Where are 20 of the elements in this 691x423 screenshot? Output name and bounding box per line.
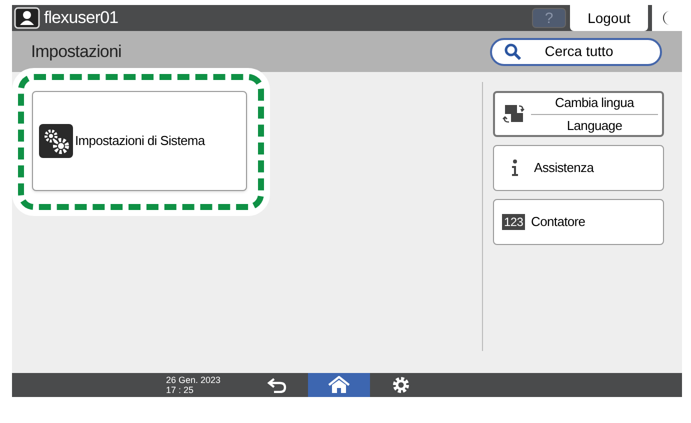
logout-button[interactable]: Logout xyxy=(570,5,648,31)
back-arrow-icon xyxy=(266,377,288,393)
search-button[interactable]: Cerca tutto xyxy=(490,38,662,66)
assistance-button[interactable]: Assistenza xyxy=(493,145,664,191)
time-text: 17 : 25 xyxy=(166,385,195,395)
page-title: Impostazioni xyxy=(31,40,122,63)
system-settings-tile[interactable]: Impostazioni di Sistema xyxy=(32,91,247,191)
language-switch-icon xyxy=(501,103,527,125)
info-icon xyxy=(510,159,520,177)
home-button[interactable] xyxy=(308,373,370,397)
search-icon xyxy=(504,42,522,60)
user-icon xyxy=(14,7,40,29)
home-icon xyxy=(328,376,350,394)
counter-button[interactable]: 123 Contatore xyxy=(493,199,664,245)
date-text: 26 Gen. 2023 xyxy=(166,375,222,385)
user-name: flexuser01 xyxy=(44,7,118,30)
gears-icon xyxy=(39,124,73,158)
gear-icon xyxy=(392,376,410,394)
counter-badge: 123 xyxy=(502,214,526,230)
change-language-button[interactable]: Cambia lingua Language xyxy=(493,91,664,137)
